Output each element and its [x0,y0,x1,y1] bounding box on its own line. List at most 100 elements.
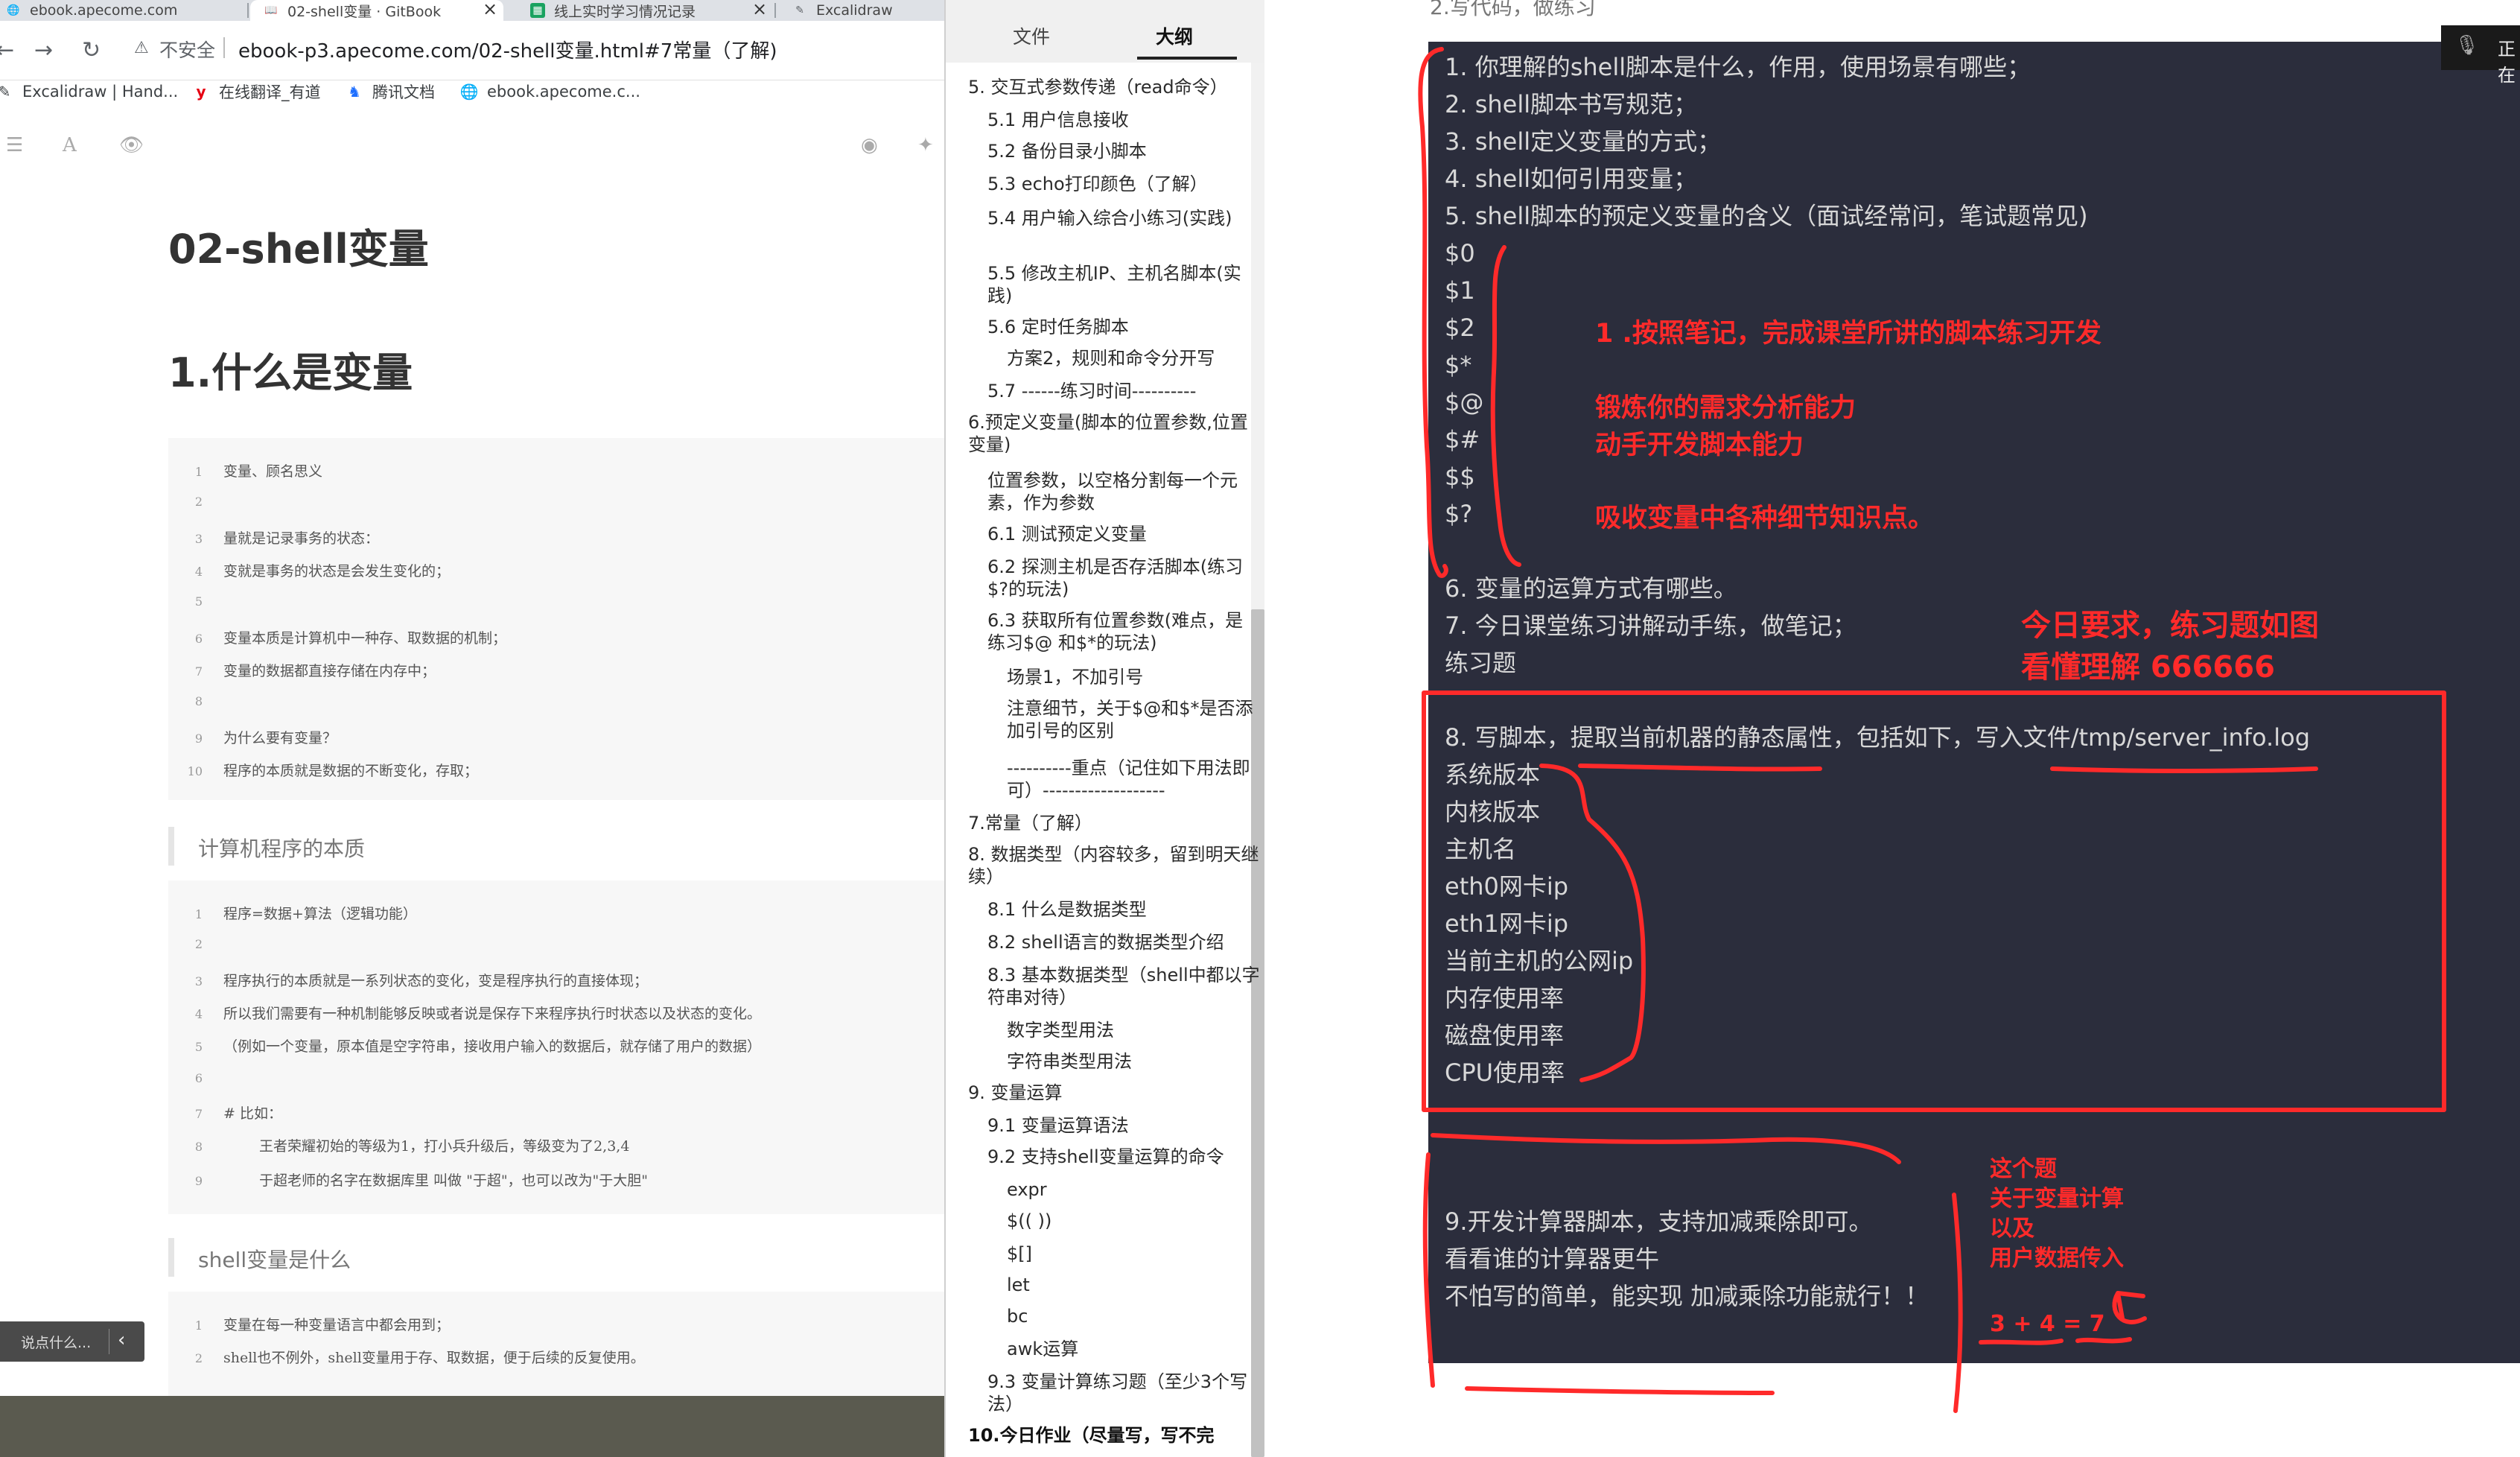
outline-item[interactable]: 5. 交互式参数传递（read命令） [968,76,1260,98]
url-input[interactable]: ebook-p3.apecome.com/02-shell变量.html#7常量… [238,36,777,63]
slide-line: 3. shell定义变量的方式； [1445,127,1722,156]
annotation-text: 以及 [1990,1216,2034,1242]
slide-line: 看看谁的计算器更牛 [1445,1245,1660,1273]
outline-item[interactable]: 5.7 ------练习时间---------- [987,380,1260,402]
outline-item[interactable]: 5.5 修改主机IP、主机名脚本(实践) [987,262,1260,307]
slide-line: 练习题 [1445,649,1517,677]
outline-item[interactable]: awk运算 [1007,1338,1260,1360]
tab-gitbook[interactable]: 📖 02-shell变量 · GitBook [250,0,503,21]
excalidraw-icon: ✎ [795,4,804,16]
outline-item[interactable]: 9. 变量运算 [968,1082,1260,1104]
outline-item[interactable]: 位置参数，以空格分割每一个元素，作为参数 [987,469,1260,514]
warning-icon[interactable]: ⚠ [134,39,149,57]
outline-item[interactable]: expr [1007,1178,1260,1201]
tab-title: Excalidraw [816,2,893,19]
outline-tabbar: 文件 大纲 [946,0,1264,63]
reload-icon[interactable]: ↻ [82,37,101,63]
outline-item[interactable]: 6.3 获取所有位置参数(难点，是练习$@ 和$*的玩法) [987,609,1260,654]
tab-sheet[interactable]: ▦ 线上实时学习情况记录 [524,0,748,21]
tab-files[interactable]: 文件 [1013,22,1050,49]
tab-excalidraw[interactable]: ✎ Excalidraw [786,0,944,21]
comment-button[interactable]: 说点什么... ‹ [0,1321,144,1362]
bookmark-ebook[interactable]: 🌐 ebook.apecome.c... [460,80,640,103]
back-icon[interactable]: ← [0,37,14,63]
outline-item[interactable]: $(( )) [1007,1210,1260,1232]
outline-item[interactable]: 8.3 基本数据类型（shell中都以字符串对待） [987,964,1260,1009]
outline-item[interactable]: 9.1 变量运算语法 [987,1114,1260,1137]
slide-line: 当前主机的公网ip [1445,947,1634,975]
code-line: 10 程序的本质就是数据的不断变化，存取； [187,763,479,779]
outline-item[interactable]: 6.2 探测主机是否存活脚本(练习$?的玩法) [987,556,1260,600]
code-line: 9 于超老师的名字在数据库里 叫做 "于超"，也可以改为"于大胆" [194,1172,649,1189]
outline-item[interactable]: let [1007,1274,1260,1296]
tab-outline[interactable]: 大纲 [1156,22,1193,49]
code-line: 7 变量的数据都直接存储在内存中； [194,663,436,679]
code-block: 1 变量在每一种变量语言中都会用到； 2 shell也不例外，shell变量用于存、… [168,1292,944,1396]
slide-line: 磁盘使用率 [1445,1021,1565,1050]
annotation-text: 这个题 [1990,1156,2057,1182]
bookmark-tencent-docs[interactable]: ♞ 腾讯文档 [346,80,435,103]
bookmark-label: Excalidraw | Hand... [22,83,179,101]
outline-item[interactable]: 场景1，不加引号 [1007,666,1260,688]
close-tab-icon[interactable]: × [483,0,497,21]
outline-item[interactable]: 5.2 备份目录小脚本 [987,140,1260,162]
book-icon: 📖 [264,4,278,16]
outline-item[interactable]: 5.3 echo打印颜色（了解） [987,173,1260,195]
code-line: 6 [194,1071,203,1085]
outline-item[interactable]: 10.今日作业（尽量写，写不完 [968,1424,1260,1447]
close-tab-icon[interactable]: × [752,0,767,21]
tencent-docs-icon: ♞ [348,83,361,101]
section-heading: 1.什么是变量 [168,349,413,396]
outline-item[interactable]: bc [1007,1305,1260,1327]
font-settings-icon[interactable]: A [63,134,77,156]
outline-panel: 文件 大纲 5. 交互式参数传递（read命令） 5.1 用户信息接收 5.2 备份… [944,0,1264,1457]
outline-item[interactable]: 字符串类型用法 [1007,1050,1260,1073]
outline-item[interactable]: 5.6 定时任务脚本 [987,316,1260,338]
forward-icon[interactable]: → [34,37,53,63]
bookmark-excalidraw[interactable]: ✎ Excalidraw | Hand... [0,80,178,103]
menu-icon[interactable]: ☰ [6,134,23,156]
code-line: 2 [194,495,203,509]
view-icon[interactable]: 👁 [119,134,144,156]
outline-item[interactable]: 5.1 用户信息接收 [987,109,1260,131]
outline-item[interactable]: 方案2，规则和命令分开写 [1007,347,1260,369]
code-line: 1 变量在每一种变量语言中都会用到； [194,1317,451,1333]
outline-item[interactable]: 7.常量（了解） [968,812,1260,834]
slide-line: 6. 变量的运算方式有哪些。 [1445,574,1737,603]
outline-item[interactable]: 9.2 支持shell变量运算的命令 [987,1146,1260,1168]
outline-item[interactable]: $[] [1007,1242,1260,1265]
slide-line: 1. 你理解的shell脚本是什么，作用，使用场景有哪些； [1445,53,2031,81]
bookmark-label: 在线翻译_有道 [219,83,321,101]
outline-item[interactable]: 8. 数据类型（内容较多，留到明天继续） [968,843,1260,888]
security-label[interactable]: 不安全 [159,36,215,63]
microphone-icon[interactable]: 🎙 [2454,34,2479,57]
outline-item[interactable]: 6.1 测试预定义变量 [987,523,1260,545]
twitter-icon[interactable]: ✦ [917,134,934,156]
outline-item[interactable]: 6.预定义变量(脚本的位置参数,位置变量) [968,411,1260,456]
chevron-left-icon[interactable]: ‹ [118,1329,125,1351]
bookmark-youdao[interactable]: y 在线翻译_有道 [192,80,321,103]
slide-area [1428,42,2520,1363]
weibo-icon[interactable]: ◉ [861,134,878,156]
code-line: 2 [194,937,203,951]
outline-item[interactable]: 8.1 什么是数据类型 [987,898,1260,921]
tab-ebook[interactable]: 🌐 ebook.apecome.com [0,0,223,21]
tab-separator [774,3,776,18]
code-line: 5 [194,594,203,609]
comment-button-label: 说点什么... [21,1334,92,1351]
code-line: 8 [194,694,203,708]
code-line: 4 变就是事务的状态是会发生变化的； [194,563,451,580]
outline-item[interactable]: 5.4 用户输入综合小练习(实践) [987,207,1260,229]
blockquote: shell变量是什么 [168,1238,944,1277]
slide-line: $* [1445,351,1472,379]
outline-item[interactable]: 注意细节，关于$@和$*是否添加引号的区别 [1007,697,1260,742]
outline-item[interactable]: 数字类型用法 [1007,1019,1260,1041]
page-title: 02-shell变量 [168,226,429,273]
code-line: 3 程序执行的本质就是一系列状态的变化，变是程序执行的直接体现； [194,973,649,989]
slide-line: 5. shell脚本的预定义变量的含义（面试经常问，笔试题常见) [1445,202,2088,230]
outline-item[interactable]: ----------重点（记住如下用法即可）------------------… [1007,757,1260,801]
outline-item[interactable]: 8.2 shell语言的数据类型介绍 [987,931,1260,953]
active-tab-indicator [1137,57,1237,60]
outline-item[interactable]: 9.3 变量计算练习题（至少3个写法） [987,1371,1260,1415]
slide-line: 主机名 [1445,835,1517,863]
